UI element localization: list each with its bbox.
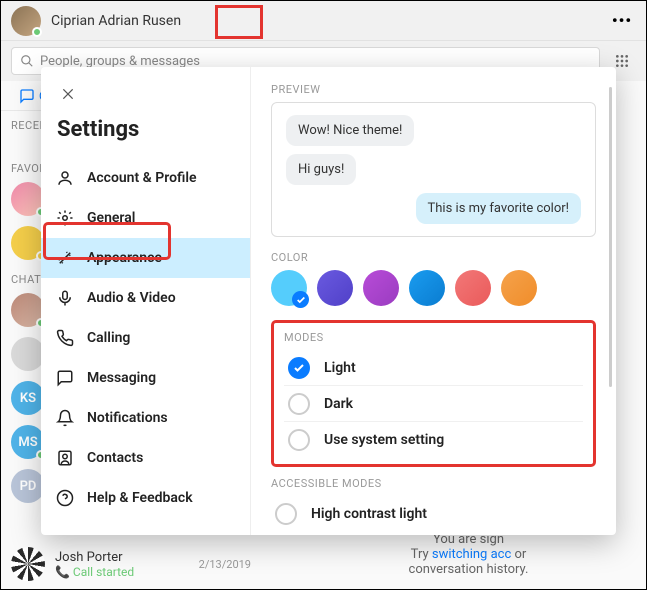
- color-swatch-orange[interactable]: [501, 270, 537, 306]
- contact-sub: 📞 Call started: [55, 565, 189, 579]
- modes-label: MODES: [284, 331, 583, 344]
- nav-audio-video[interactable]: Audio & Video: [41, 278, 250, 318]
- gear-icon: [56, 209, 74, 227]
- magic-wand-icon: [56, 249, 74, 267]
- microphone-icon: [56, 289, 74, 307]
- settings-modal: Settings Account & Profile General Appea…: [41, 67, 616, 535]
- radio-selected: [288, 357, 310, 379]
- color-swatch-indigo[interactable]: [317, 270, 353, 306]
- mode-option-light[interactable]: Light: [284, 350, 583, 386]
- color-swatch-skyblue[interactable]: [271, 270, 307, 306]
- avatar-initials: PD: [11, 469, 45, 503]
- mode-label: Use system setting: [324, 432, 444, 448]
- contact-name: Josh Porter: [55, 550, 189, 565]
- chat-icon: [19, 88, 35, 104]
- nav-label: Appearance: [87, 250, 162, 266]
- annotation-modes-highlight: MODES Light Dark Use system setting: [271, 320, 596, 467]
- checkmark-icon: [292, 291, 309, 308]
- search-icon: [20, 54, 34, 68]
- person-icon: [56, 169, 74, 187]
- hint-line: conversation history.: [301, 562, 636, 577]
- mode-label: High contrast light: [311, 506, 427, 522]
- contact-date: 2/13/2019: [199, 558, 251, 571]
- color-label: COLOR: [271, 251, 596, 264]
- color-swatch-purple[interactable]: [363, 270, 399, 306]
- settings-title: Settings: [41, 109, 250, 158]
- close-icon: [61, 87, 75, 101]
- nav-label: Audio & Video: [87, 290, 176, 306]
- contacts-icon: [56, 449, 74, 467]
- mode-option-system[interactable]: Use system setting: [284, 422, 583, 458]
- mode-option-high-contrast-light[interactable]: High contrast light: [271, 496, 596, 532]
- mode-label: Dark: [324, 396, 353, 412]
- color-swatches: [271, 270, 596, 306]
- switch-account-link[interactable]: switching acc: [432, 547, 511, 562]
- theme-preview: Wow! Nice theme! Hi guys! This is my fav…: [271, 102, 596, 237]
- message-icon: [56, 369, 74, 387]
- hint-line: Try switching acc or: [301, 547, 636, 562]
- preview-msg-in: Wow! Nice theme!: [286, 115, 414, 146]
- nav-label: Help & Feedback: [87, 490, 193, 506]
- mode-label: Light: [324, 360, 356, 376]
- nav-messaging[interactable]: Messaging: [41, 358, 250, 398]
- help-icon: [56, 489, 74, 507]
- nav-label: Calling: [87, 330, 130, 346]
- accessible-modes-label: ACCESSIBLE MODES: [271, 477, 596, 490]
- preview-label: PREVIEW: [271, 83, 596, 96]
- title-bar: Ciprian Adrian Rusen •••: [1, 1, 646, 41]
- radio-unselected: [288, 429, 310, 451]
- radio-unselected: [288, 393, 310, 415]
- nav-label: Notifications: [87, 410, 168, 426]
- more-menu-button[interactable]: •••: [608, 7, 636, 35]
- avatar[interactable]: [11, 6, 41, 36]
- nav-label: Messaging: [87, 370, 156, 386]
- radio-unselected: [275, 503, 297, 525]
- user-name: Ciprian Adrian Rusen: [51, 13, 181, 29]
- nav-account-profile[interactable]: Account & Profile: [41, 158, 250, 198]
- phone-icon: [56, 329, 74, 347]
- preview-msg-in: Hi guys!: [286, 154, 356, 185]
- nav-contacts[interactable]: Contacts: [41, 438, 250, 478]
- scrollbar[interactable]: [609, 87, 612, 387]
- nav-calling[interactable]: Calling: [41, 318, 250, 358]
- settings-nav: Settings Account & Profile General Appea…: [41, 67, 251, 535]
- nav-label: General: [87, 210, 135, 226]
- nav-appearance[interactable]: Appearance: [41, 238, 250, 278]
- nav-notifications[interactable]: Notifications: [41, 398, 250, 438]
- right-hint: You are sign Try switching acc or conver…: [301, 532, 636, 577]
- nav-help-feedback[interactable]: Help & Feedback: [41, 478, 250, 518]
- avatar-initials: KS: [11, 381, 45, 415]
- nav-label: Account & Profile: [87, 170, 197, 186]
- status-dot-online: [32, 27, 42, 37]
- avatar: [11, 547, 45, 581]
- settings-content: PREVIEW Wow! Nice theme! Hi guys! This i…: [251, 67, 616, 535]
- color-swatch-coral[interactable]: [455, 270, 491, 306]
- mode-option-dark[interactable]: Dark: [284, 386, 583, 422]
- nav-general[interactable]: General: [41, 198, 250, 238]
- nav-label: Contacts: [87, 450, 143, 466]
- color-swatch-blue[interactable]: [409, 270, 445, 306]
- bell-icon: [56, 409, 74, 427]
- close-button[interactable]: [53, 79, 83, 109]
- preview-msg-out: This is my favorite color!: [416, 193, 581, 224]
- contact-row-bottom[interactable]: Josh Porter 📞 Call started 2/13/2019: [1, 539, 261, 589]
